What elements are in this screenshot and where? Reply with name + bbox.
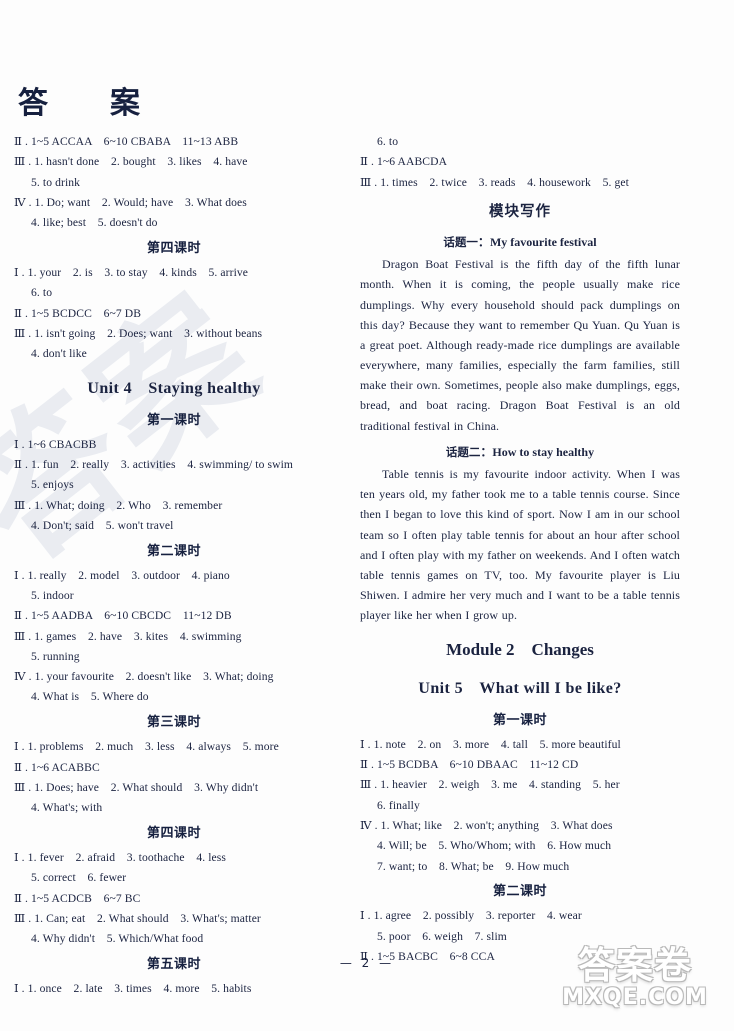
answer-line: Ⅰ . 1. problems 2. much 3. less 4. alway… [14, 740, 279, 754]
answers-right-column: 6. to Ⅱ . 1~6 AABCDA Ⅲ . 1. times 2. twice… [360, 133, 680, 968]
answer-line: Ⅱ . 1~6 AABCDA [360, 155, 448, 169]
answer-line: Ⅳ . 1. What; like 2. won't; anything 3. … [360, 818, 613, 832]
answer-line: 5. enjoys [31, 478, 74, 492]
unit-heading: Unit 5 What will I be like? [418, 679, 622, 697]
answer-line: Ⅲ . 1. hasn't done 2. bought 3. likes 4.… [14, 155, 248, 169]
answer-line: 4. don't like [31, 347, 87, 361]
topic-heading: 话题一：My favourite festival [360, 233, 680, 252]
answer-line: Ⅱ . 1~5 AADBA 6~10 CBCDC 11~12 DB [14, 609, 232, 623]
answer-line: Ⅰ . 1~6 CBACBB [14, 437, 97, 451]
answer-line: Ⅰ . 1. once 2. late 3. times 4. more 5. … [14, 981, 252, 995]
topic-heading-separator: ： [480, 444, 493, 459]
answer-line: Ⅱ . 1~5 ACCAA 6~10 CBABA 11~13 ABB [14, 135, 239, 148]
answer-line: 5. poor 6. weigh 7. slim [377, 929, 507, 943]
module-heading: Module 2 Changes [446, 640, 594, 660]
answer-line: Ⅲ . 1. heavier 2. weigh 3. me 4. standin… [360, 778, 620, 792]
period-heading: 第三课时 [146, 715, 201, 731]
answer-line: 6. finally [377, 798, 420, 812]
answer-line: Ⅲ . 1. isn't going 2. Does; want 3. with… [14, 326, 263, 340]
period-heading: 第一课时 [492, 712, 547, 728]
period-heading: 第四课时 [146, 825, 201, 841]
answer-line: 7. want; to 8. What; be 9. How much [377, 859, 570, 873]
answer-line: 4. Will; be 5. Who/Whom; with 6. How muc… [377, 839, 612, 853]
period-heading: 第二课时 [492, 884, 547, 900]
topic-heading-separator: ： [477, 234, 490, 249]
answer-line: Ⅲ . 1. What; doing 2. Who 3. remember [14, 498, 223, 512]
answer-line: Ⅱ . 1~6 ACABBC [14, 760, 100, 774]
answer-line: Ⅲ . 1. Can; eat 2. What should 3. What's… [14, 911, 261, 925]
answer-line: Ⅳ . 1. your favourite 2. doesn't like 3.… [14, 670, 274, 684]
answer-line: 6. to [377, 135, 399, 148]
topic-heading-en: My favourite festival [489, 234, 597, 249]
essay-paragraph: Table tennis is my favourite indoor acti… [360, 467, 680, 623]
answer-line: Ⅱ . 1. fun 2. really 3. activities 4. sw… [14, 458, 294, 472]
answer-line: Ⅲ . 1. times 2. twice 3. reads 4. housew… [360, 175, 629, 189]
answer-line: 4. Why didn't 5. Which/What food [31, 932, 204, 946]
answer-line: 4. Don't; said 5. won't travel [31, 518, 174, 532]
topic-heading-en: How to stay healthy [492, 444, 595, 459]
watermark-logo-domain: MXQE.COM [562, 985, 708, 1010]
page-number: — 2 — [339, 956, 395, 970]
answer-line: Ⅰ . 1. agree 2. possibly 3. reporter 4. … [360, 909, 582, 923]
answer-line: Ⅰ . 1. your 2. is 3. to stay 4. kinds 5.… [14, 265, 249, 279]
period-heading: 第四课时 [146, 240, 201, 256]
answer-line: 5. running [31, 649, 80, 663]
topic-heading-cn: 话题二 [445, 444, 481, 459]
answers-left-column: Ⅱ . 1~5 ACCAA 6~10 CBABA 11~13 ABB Ⅲ . 1.… [14, 133, 334, 1000]
answer-line: Ⅳ . 1. Do; want 2. Would; have 3. What d… [14, 195, 247, 209]
answer-line: Ⅰ . 1. fever 2. afraid 3. toothache 4. l… [14, 850, 227, 864]
answer-line: Ⅰ . 1. really 2. model 3. outdoor 4. pia… [14, 568, 230, 582]
answer-line: 4. like; best 5. doesn't do [31, 216, 158, 230]
unit-heading: Unit 4 Staying healthy [87, 379, 261, 397]
answer-line: Ⅱ . 1~5 BCDBA 6~10 DBAAC 11~12 CD [360, 758, 579, 772]
answer-line: 5. correct 6. fewer [31, 871, 127, 885]
answer-line: 4. What's; with [31, 801, 103, 815]
answer-line: Ⅱ . 1~5 BCDCC 6~7 DB [14, 306, 142, 320]
period-heading: 第一课时 [146, 412, 201, 428]
answer-line: 4. What is 5. Where do [31, 690, 149, 704]
answer-line: 6. to [31, 286, 53, 300]
answer-line: Ⅲ . 1. games 2. have 3. kites 4. swimmin… [14, 629, 242, 643]
essay-paragraph: Dragon Boat Festival is the fifth day of… [360, 257, 680, 433]
answer-line: Ⅲ . 1. Does; have 2. What should 3. Why … [14, 780, 259, 794]
period-heading: 第二课时 [146, 543, 201, 559]
answer-key-page: 答案 答 案 Ⅱ . 1~5 ACCAA 6~10 CBABA 11~13 AB… [0, 0, 734, 1031]
topic-heading: 话题二：How to stay healthy [360, 443, 680, 462]
answer-line: Ⅱ . 1~5 ACDCB 6~7 BC [14, 891, 141, 905]
answer-line: 5. to drink [31, 175, 81, 189]
section-heading: 模块写作 [489, 204, 551, 221]
topic-heading-cn: 话题一 [443, 234, 478, 249]
answer-line: Ⅰ . 1. note 2. on 3. more 4. tall 5. mor… [360, 737, 621, 751]
answer-line: 5. indoor [31, 589, 74, 603]
page-title: 答 案 [18, 86, 156, 121]
